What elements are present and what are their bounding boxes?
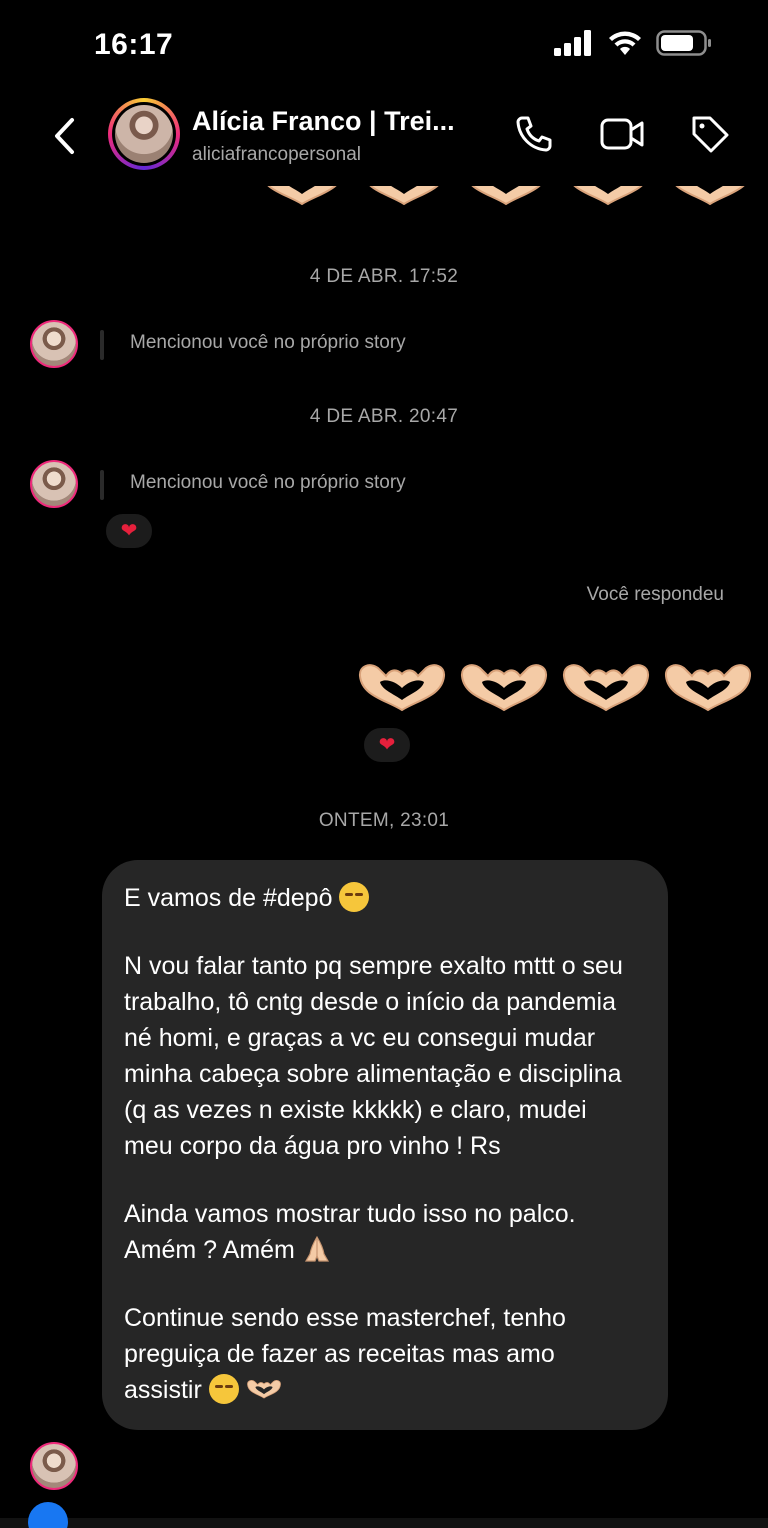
profile-avatar[interactable]	[108, 98, 180, 170]
timestamp: 4 DE ABR. 20:47	[309, 406, 459, 427]
heart-hands-emoji	[460, 664, 548, 712]
back-button[interactable]	[44, 108, 84, 164]
heart-hands-emoji	[267, 186, 337, 206]
video-camera-icon	[600, 118, 644, 150]
call-button[interactable]	[510, 110, 558, 158]
heart-hands-emoji	[246, 1380, 281, 1399]
status-icons	[554, 30, 712, 56]
sender-avatar[interactable]	[30, 1442, 78, 1490]
shushing-face-emoji	[208, 1374, 239, 1404]
heart-hands-emoji	[369, 186, 439, 206]
heart-hands-message[interactable]	[356, 656, 754, 718]
cellular-signal-icon	[554, 30, 591, 56]
heart-hands-emoji	[471, 186, 541, 206]
story-mention-text[interactable]: Mencionou você no próprio story	[130, 332, 406, 354]
heart-reaction[interactable]: ❤	[104, 512, 154, 550]
heart-hands-emoji	[675, 186, 745, 206]
phone-icon	[516, 116, 552, 152]
chevron-left-icon	[55, 118, 74, 154]
status-bar: 16:17	[0, 0, 768, 90]
timestamp: 4 DE ABR. 17:52	[309, 266, 459, 287]
composer-bar[interactable]	[0, 1518, 768, 1528]
tag-button[interactable]	[686, 110, 734, 158]
heart-hands-message-partial[interactable]	[256, 186, 756, 212]
tag-icon	[692, 116, 729, 153]
battery-icon	[656, 30, 711, 56]
heart-reaction[interactable]: ❤	[362, 726, 412, 764]
message-paragraph: E vamos de #depô	[124, 880, 638, 916]
message-paragraph: Continue sendo esse masterchef, tenho pr…	[124, 1304, 566, 1404]
replied-label: Você respondeu	[586, 584, 724, 605]
story-mention-bar	[100, 470, 104, 500]
heart-icon: ❤	[378, 734, 396, 756]
story-mention-text[interactable]: Mencionou você no próprio story	[130, 472, 406, 494]
timestamp: ONTEM, 23:01	[318, 810, 450, 831]
wifi-icon	[609, 31, 641, 55]
camera-button[interactable]	[28, 1502, 68, 1528]
status-time: 16:17	[94, 28, 174, 61]
contact-name[interactable]: Alícia Franco | Trei...	[192, 106, 455, 137]
heart-hands-emoji	[573, 186, 643, 206]
relieved-face-emoji	[339, 882, 370, 912]
heart-hands-emoji	[664, 664, 752, 712]
chat-thread[interactable]: 4 DE ABR. 17:52 Mencionou você no própri…	[0, 186, 768, 1528]
video-call-button[interactable]	[598, 110, 646, 158]
message-paragraph: N vou falar tanto pq sempre exalto mttt …	[124, 952, 623, 1160]
heart-hands-emoji	[358, 664, 446, 712]
folded-hands-emoji	[304, 1235, 329, 1262]
message-bubble[interactable]: E vamos de #depô N vou falar tanto pq se…	[102, 860, 668, 1430]
heart-icon: ❤	[120, 520, 138, 542]
heart-hands-emoji	[562, 664, 650, 712]
sender-avatar[interactable]	[30, 320, 78, 368]
chat-header: Alícia Franco | Trei... aliciafrancopers…	[0, 90, 768, 186]
story-mention-bar	[100, 330, 104, 360]
sender-avatar[interactable]	[30, 460, 78, 508]
contact-username[interactable]: aliciafrancopersonal	[192, 144, 361, 166]
message-paragraph: Ainda vamos mostrar tudo isso no palco. …	[124, 1200, 576, 1264]
